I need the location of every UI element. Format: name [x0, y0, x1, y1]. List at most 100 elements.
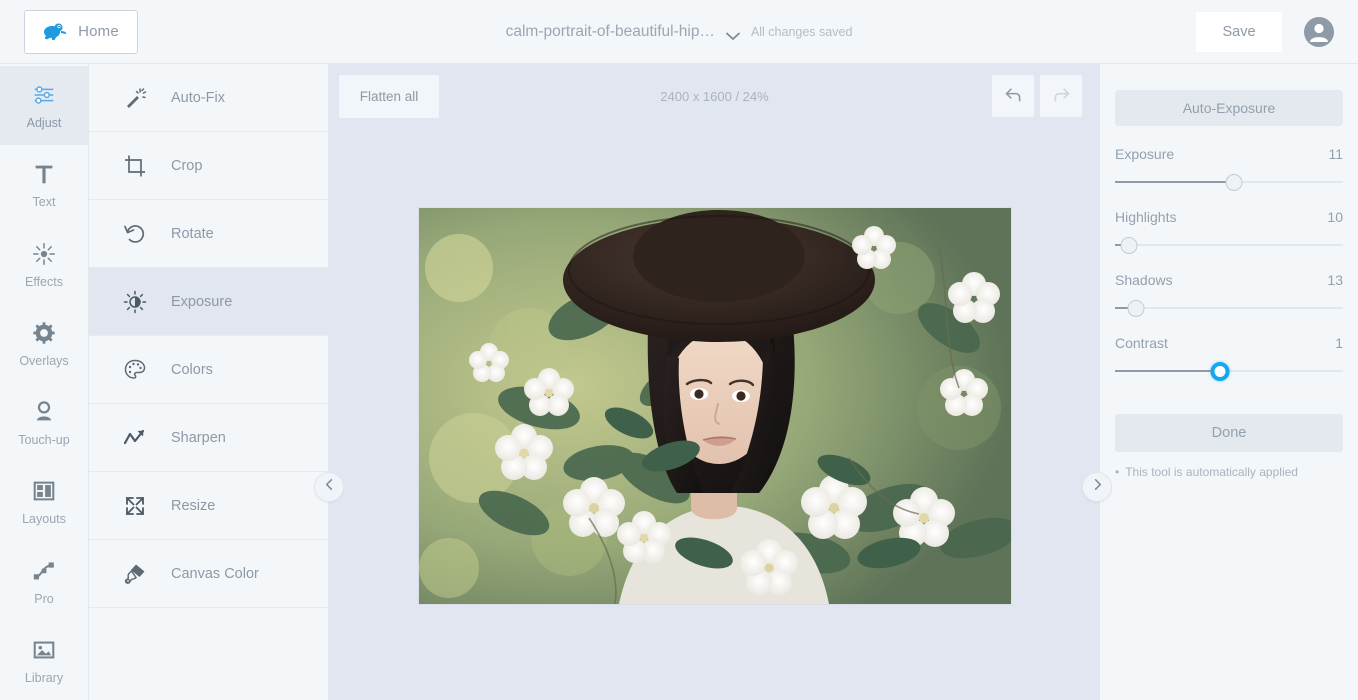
rotate-ccw-icon — [123, 222, 147, 246]
slider-knob[interactable] — [1120, 237, 1138, 254]
tool-list-panel: Auto-Fix Crop Rotate Exposure Colors Sha… — [89, 64, 329, 700]
tool-item-label: Resize — [171, 497, 216, 514]
tool-item-canvas-color[interactable]: Canvas Color — [89, 540, 328, 608]
sidebar-item-layouts[interactable]: Layouts — [0, 462, 88, 541]
tool-item-label: Sharpen — [171, 429, 226, 446]
paint-brush-icon — [123, 562, 147, 586]
sidebar-item-library[interactable]: Library — [0, 621, 88, 700]
sidebar-item-label: Adjust — [26, 116, 62, 131]
slider-fill — [1115, 181, 1234, 183]
photo-editor-app: Home calm-portrait-of-beautiful-hip… All… — [0, 0, 1358, 700]
collapse-right-panel-button[interactable] — [1082, 472, 1112, 502]
slider-value: 1 — [1335, 335, 1343, 351]
tool-item-label: Colors — [171, 361, 213, 378]
sidebar-item-adjust[interactable]: Adjust — [0, 66, 88, 146]
left-nav-rail: Adjust Text Effects Overlays Touch-up La… — [0, 64, 89, 700]
tool-item-colors[interactable]: Colors — [89, 336, 328, 404]
magic-wand-icon — [123, 86, 147, 110]
palette-icon — [123, 358, 147, 382]
home-button-label: Home — [78, 23, 119, 40]
auto-exposure-button[interactable]: Auto-Exposure — [1115, 90, 1343, 126]
sliders-icon — [30, 81, 58, 109]
slider-highlights: Highlights 10 — [1115, 209, 1343, 255]
sidebar-item-overlays[interactable]: Overlays — [0, 304, 88, 383]
canvas-dimensions-label: 2400 x 1600 / 24% — [660, 89, 769, 104]
sidebar-item-touch-up[interactable]: Touch-up — [0, 383, 88, 462]
save-button[interactable]: Save — [1196, 11, 1282, 52]
frog-logo-icon — [43, 21, 69, 43]
app-header: Home calm-portrait-of-beautiful-hip… All… — [0, 0, 1358, 64]
tool-item-label: Canvas Color — [171, 565, 259, 582]
tool-item-rotate[interactable]: Rotate — [89, 200, 328, 268]
person-icon — [30, 398, 58, 426]
app-body: Adjust Text Effects Overlays Touch-up La… — [0, 64, 1358, 700]
tool-item-sharpen[interactable]: Sharpen — [89, 404, 328, 472]
user-avatar-icon[interactable] — [1304, 16, 1334, 47]
tool-item-label: Auto-Fix — [171, 89, 225, 106]
slider-label: Contrast — [1115, 335, 1168, 351]
tool-item-label: Crop — [171, 157, 203, 174]
slider-track — [1115, 307, 1343, 309]
collapse-left-panel-button[interactable] — [314, 472, 344, 502]
slider-header: Contrast 1 — [1115, 335, 1343, 351]
chevron-down-icon[interactable] — [726, 28, 740, 40]
slider-track-wrap[interactable] — [1115, 361, 1343, 381]
auto-applied-note-text: This tool is automatically applied — [1125, 465, 1298, 479]
home-button[interactable]: Home — [24, 9, 138, 54]
slider-header: Highlights 10 — [1115, 209, 1343, 225]
slider-knob[interactable] — [1127, 300, 1145, 317]
slider-header: Shadows 13 — [1115, 272, 1343, 288]
redo-button[interactable] — [1040, 75, 1082, 117]
photo-canvas[interactable] — [418, 208, 1011, 604]
slider-track-wrap[interactable] — [1115, 172, 1343, 192]
slider-knob[interactable] — [1225, 174, 1243, 191]
slider-track-wrap[interactable] — [1115, 298, 1343, 318]
undo-arrow-icon — [1003, 84, 1024, 108]
canvas-stage — [329, 128, 1100, 700]
resize-arrows-icon — [123, 494, 147, 518]
tool-item-exposure[interactable]: Exposure — [89, 268, 328, 336]
exposure-settings-panel: Auto-Exposure Exposure 11 Highlights 10 — [1100, 64, 1358, 700]
header-center-group: calm-portrait-of-beautiful-hip… All chan… — [0, 0, 1358, 64]
slider-exposure: Exposure 11 — [1115, 146, 1343, 192]
undo-button[interactable] — [992, 75, 1034, 117]
slider-label: Exposure — [1115, 146, 1175, 162]
slider-track — [1115, 244, 1343, 246]
canvas-area: Flatten all 2400 x 1600 / 24% — [329, 64, 1100, 700]
sidebar-item-label: Effects — [25, 274, 63, 289]
save-status-text: All changes saved — [750, 25, 853, 39]
tool-item-crop[interactable]: Crop — [89, 132, 328, 200]
chevron-right-icon — [1091, 478, 1104, 496]
slider-value: 10 — [1327, 209, 1343, 225]
slider-contrast: Contrast 1 — [1115, 335, 1343, 381]
sidebar-item-label: Layouts — [22, 512, 66, 527]
chevron-left-icon — [323, 478, 336, 496]
sidebar-item-label: Overlays — [19, 353, 69, 368]
slider-value: 11 — [1328, 146, 1343, 162]
slider-knob[interactable] — [1210, 362, 1230, 381]
sidebar-item-effects[interactable]: Effects — [0, 225, 88, 304]
sharpen-arrow-icon — [123, 426, 147, 450]
sparkle-sun-icon — [30, 240, 58, 268]
slider-track-wrap[interactable] — [1115, 235, 1343, 255]
slider-shadows: Shadows 13 — [1115, 272, 1343, 318]
slider-value: 13 — [1327, 272, 1343, 288]
nodes-icon — [30, 557, 58, 585]
document-title[interactable]: calm-portrait-of-beautiful-hip… — [506, 23, 715, 41]
tool-item-auto-fix[interactable]: Auto-Fix — [89, 64, 328, 132]
crop-icon — [123, 154, 147, 178]
sidebar-item-pro[interactable]: Pro — [0, 542, 88, 621]
text-t-icon — [30, 160, 58, 188]
done-button[interactable]: Done — [1115, 414, 1343, 452]
redo-arrow-icon — [1051, 84, 1072, 108]
sidebar-item-text[interactable]: Text — [0, 145, 88, 224]
tool-item-label: Rotate — [171, 225, 214, 242]
sidebar-item-label: Text — [32, 195, 56, 210]
header-actions: Save — [1196, 11, 1334, 52]
tool-item-resize[interactable]: Resize — [89, 472, 328, 540]
exposure-sun-icon — [123, 290, 147, 314]
slider-header: Exposure 11 — [1115, 146, 1343, 162]
sidebar-item-label: Library — [24, 670, 64, 685]
canvas-toolbar: Flatten all 2400 x 1600 / 24% — [329, 64, 1100, 128]
gear-flower-icon — [30, 319, 58, 347]
